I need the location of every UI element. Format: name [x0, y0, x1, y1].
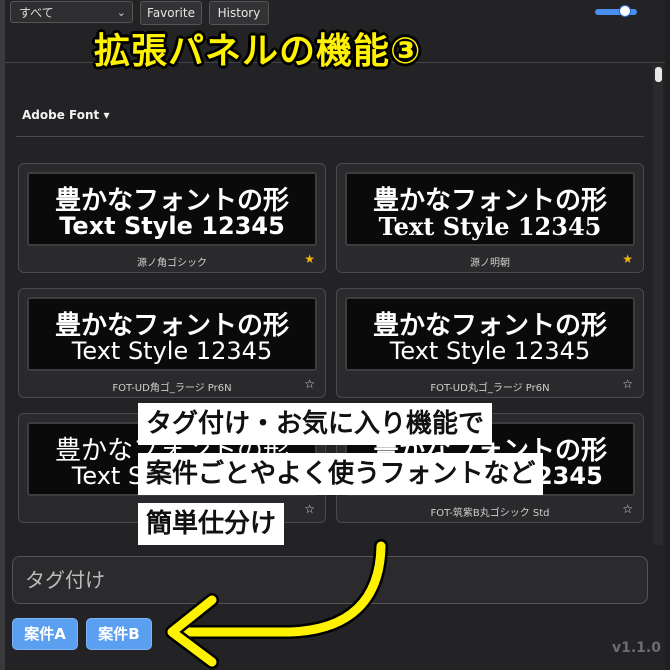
- overlay-title: 拡張パネルの機能③: [94, 31, 422, 72]
- font-name: FOT-UD角ゴ_ラージ Pr6N: [112, 383, 232, 394]
- version-label: v1.1.0: [612, 640, 661, 656]
- preview-text-latin: Text Style 12345: [389, 337, 591, 365]
- preview-text-latin: Text Style 12345: [378, 212, 602, 241]
- font-card[interactable]: 豊かなフォントの形 Text Style 12345 源ノ角ゴシック ★: [18, 163, 326, 273]
- section-divider: [16, 136, 644, 137]
- font-preview: 豊かなフォントの形 Text Style 12345: [345, 172, 635, 246]
- font-card[interactable]: 豊かなフォントの形 Text Style 12345 FOT-UD角ゴ_ラージ …: [18, 288, 326, 398]
- zoom-slider[interactable]: [595, 5, 637, 17]
- font-name: FOT-UD丸ゴ_ラージ Pr6N: [430, 383, 550, 394]
- favorite-star-icon[interactable]: ☆: [304, 502, 315, 516]
- font-name: 源ノ角ゴシック: [137, 258, 207, 269]
- callout-line-2: 案件ごとやよく使うフォントなど: [138, 453, 544, 495]
- section-label-adobe-font[interactable]: Adobe Font ▾: [22, 108, 109, 122]
- category-select-value: すべて: [19, 6, 54, 20]
- callout-line-3: 簡単仕分け: [138, 503, 285, 545]
- preview-text-latin: Text Style 12345: [71, 337, 273, 365]
- font-preview: 豊かなフォントの形 Text Style 12345: [27, 172, 317, 246]
- tag-button-b[interactable]: 案件B: [86, 618, 152, 650]
- font-name: FOT-筑紫B丸ゴシック Std: [430, 508, 550, 519]
- font-name: 源ノ明朝: [470, 258, 510, 269]
- tag-input[interactable]: タグ付け: [12, 556, 648, 604]
- favorite-star-icon[interactable]: ★: [304, 252, 315, 266]
- favorite-star-icon[interactable]: ☆: [622, 377, 633, 391]
- tag-button-a[interactable]: 案件A: [12, 618, 78, 650]
- preview-text-latin: Text Style 12345: [59, 212, 285, 240]
- tag-input-placeholder: タグ付け: [25, 568, 105, 592]
- favorite-star-icon[interactable]: ☆: [622, 502, 633, 516]
- category-select[interactable]: すべて ⌄: [10, 1, 133, 23]
- favorite-star-icon[interactable]: ★: [622, 252, 633, 266]
- scrollbar-track[interactable]: [653, 65, 663, 545]
- font-card[interactable]: 豊かなフォントの形 Text Style 12345 源ノ明朝 ★: [336, 163, 644, 273]
- scrollbar-thumb[interactable]: [655, 67, 662, 82]
- zoom-slider-thumb[interactable]: [619, 5, 631, 17]
- chevron-down-icon: ⌄: [116, 6, 126, 19]
- font-card[interactable]: 豊かなフォントの形 Text Style 12345 FOT-UD丸ゴ_ラージ …: [336, 288, 644, 398]
- callout-line-1: タグ付け・お気に入り機能で: [138, 403, 493, 445]
- font-preview: 豊かなフォントの形 Text Style 12345: [27, 297, 317, 371]
- favorite-star-icon[interactable]: ☆: [304, 377, 315, 391]
- font-preview: 豊かなフォントの形 Text Style 12345: [345, 297, 635, 371]
